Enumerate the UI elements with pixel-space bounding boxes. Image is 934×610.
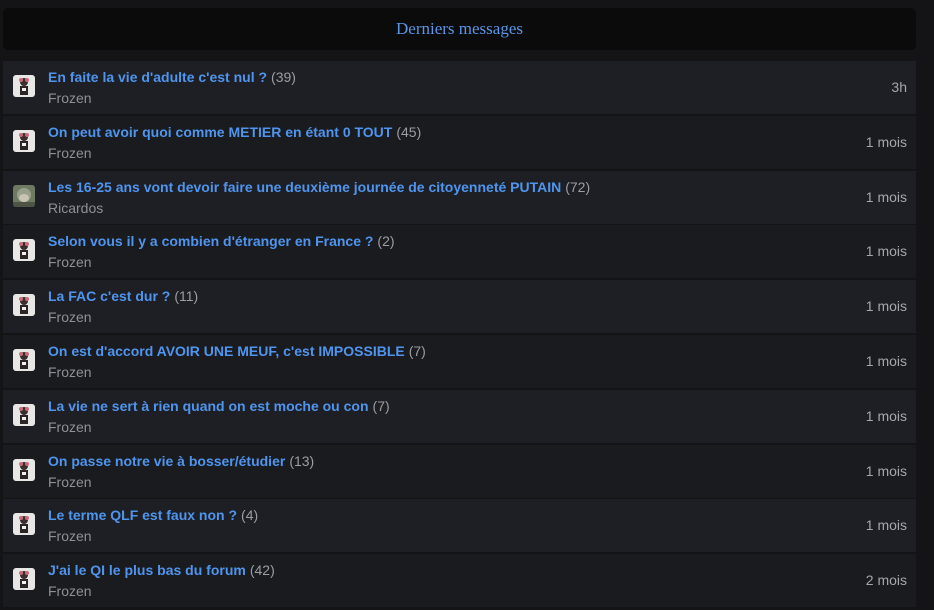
- topic-title-link[interactable]: On passe notre vie à bosser/étudier: [48, 453, 285, 469]
- topic-title-link[interactable]: On peut avoir quoi comme METIER en étant…: [48, 124, 392, 140]
- frozen-avatar[interactable]: [13, 294, 35, 317]
- topic-row[interactable]: En faite la vie d'adulte c'est nul ? (39)…: [3, 61, 916, 114]
- frozen-avatar[interactable]: [13, 348, 35, 371]
- reply-count: (72): [565, 178, 591, 195]
- topic-title-line: On est d'accord AVOIR UNE MEUF, c'est IM…: [48, 343, 426, 360]
- topic-row[interactable]: Selon vous il y a combien d'étranger en …: [3, 225, 916, 279]
- topic-row[interactable]: On passe notre vie à bosser/étudier (13) …: [3, 444, 916, 498]
- topic-title-link[interactable]: On est d'accord AVOIR UNE MEUF, c'est IM…: [48, 343, 405, 359]
- topic-author[interactable]: Frozen: [48, 309, 92, 326]
- topic-row[interactable]: La FAC c'est dur ? (11) Frozen 1 mois: [3, 280, 916, 334]
- frozen-avatar[interactable]: [13, 129, 35, 152]
- topic-row[interactable]: Le terme QLF est faux non ? (4) Frozen 1 …: [3, 499, 916, 553]
- reply-count: (4): [241, 507, 259, 524]
- topic-author[interactable]: Frozen: [48, 90, 92, 107]
- reply-count: (11): [174, 288, 199, 305]
- topic-title-line: Selon vous il y a combien d'étranger en …: [48, 233, 395, 250]
- topic-time: 1 mois: [865, 517, 907, 534]
- frozen-avatar[interactable]: [13, 458, 35, 481]
- topic-row[interactable]: La vie ne sert à rien quand on est moche…: [3, 389, 916, 443]
- panel-title: Derniers messages: [396, 19, 523, 38]
- frozen-avatar[interactable]: [13, 568, 35, 591]
- topic-title-link[interactable]: Les 16-25 ans vont devoir faire une deux…: [48, 179, 561, 195]
- reply-count: (45): [396, 123, 422, 140]
- topic-time: 1 mois: [865, 188, 907, 205]
- frozen-avatar[interactable]: [13, 403, 35, 426]
- topic-title-line: Les 16-25 ans vont devoir faire une deux…: [48, 179, 590, 196]
- topic-author[interactable]: Frozen: [48, 145, 92, 162]
- topic-list: En faite la vie d'adulte c'est nul ? (39)…: [3, 61, 916, 609]
- topic-time: 1 mois: [865, 133, 907, 150]
- topic-title-link[interactable]: J'ai le QI le plus bas du forum: [48, 562, 246, 578]
- topic-title-line: Le terme QLF est faux non ? (4): [48, 507, 258, 524]
- topic-title-line: On passe notre vie à bosser/étudier (13): [48, 453, 314, 470]
- topic-row[interactable]: On peut avoir quoi comme METIER en étant…: [3, 115, 916, 169]
- reply-count: (42): [249, 562, 275, 579]
- topic-author[interactable]: Frozen: [48, 254, 92, 271]
- topic-author[interactable]: Frozen: [48, 583, 92, 600]
- topic-author[interactable]: Frozen: [48, 364, 92, 381]
- topic-time: 1 mois: [865, 462, 907, 479]
- reply-count: (39): [271, 69, 296, 85]
- topic-title-link[interactable]: La vie ne sert à rien quand on est moche…: [48, 398, 369, 414]
- frozen-avatar[interactable]: [13, 75, 35, 97]
- topic-title-link[interactable]: Le terme QLF est faux non ?: [48, 507, 237, 523]
- topic-author[interactable]: Ricardos: [48, 200, 103, 217]
- topic-time: 1 mois: [865, 352, 907, 369]
- topic-time: 1 mois: [865, 243, 907, 260]
- topic-time: 3h: [891, 79, 907, 95]
- topic-author[interactable]: Frozen: [48, 419, 92, 436]
- topic-time: 2 mois: [865, 572, 907, 589]
- topic-row[interactable]: J'ai le QI le plus bas du forum (42) Froz…: [3, 554, 916, 608]
- topic-title-link[interactable]: En faite la vie d'adulte c'est nul ?: [48, 69, 267, 85]
- topic-author[interactable]: Frozen: [48, 528, 92, 545]
- topic-time: 1 mois: [865, 407, 907, 424]
- topic-author[interactable]: Frozen: [48, 474, 92, 491]
- reply-count: (7): [408, 342, 426, 359]
- ricardos-avatar[interactable]: [13, 184, 35, 207]
- frozen-avatar[interactable]: [13, 513, 35, 536]
- reply-count: (13): [289, 452, 315, 469]
- panel-header: Derniers messages: [3, 8, 916, 50]
- reply-count: (2): [377, 233, 395, 250]
- topic-row[interactable]: On est d'accord AVOIR UNE MEUF, c'est IM…: [3, 334, 916, 388]
- topic-title-line: On peut avoir quoi comme METIER en étant…: [48, 124, 421, 141]
- reply-count: (7): [372, 397, 390, 414]
- topic-title-line: La FAC c'est dur ? (11): [48, 288, 198, 305]
- topic-title-link[interactable]: La FAC c'est dur ?: [48, 288, 170, 304]
- topic-time: 1 mois: [865, 298, 907, 315]
- topic-title-line: J'ai le QI le plus bas du forum (42): [48, 562, 275, 579]
- frozen-avatar[interactable]: [13, 239, 35, 262]
- topic-title-line: La vie ne sert à rien quand on est moche…: [48, 398, 390, 415]
- topic-title-link[interactable]: Selon vous il y a combien d'étranger en …: [48, 233, 373, 249]
- topic-row[interactable]: Les 16-25 ans vont devoir faire une deux…: [3, 170, 916, 224]
- topic-title-line: En faite la vie d'adulte c'est nul ? (39): [48, 69, 296, 86]
